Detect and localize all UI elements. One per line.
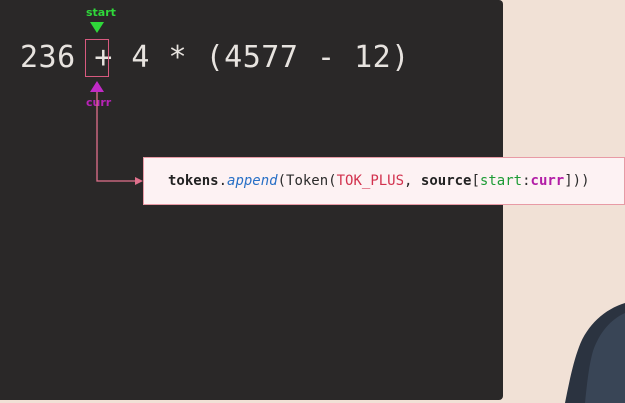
- connector-arrow: [96, 92, 143, 185]
- code-dot: .: [218, 173, 228, 189]
- code-bracket-open: [: [471, 173, 480, 189]
- code-append: append: [227, 173, 278, 189]
- code-snippet-box: tokens. append (Token(TOK_PLUS, source[sta…: [143, 157, 625, 205]
- code-source: source: [420, 173, 472, 189]
- code-start: start: [479, 173, 523, 189]
- code-comma: ,: [404, 173, 421, 189]
- code-open: (Token(: [277, 173, 337, 189]
- code-tokens: tokens: [168, 173, 219, 189]
- code-curr: curr: [530, 173, 565, 189]
- presenter-video-overlay: [565, 303, 625, 403]
- code-tok-plus: TOK_PLUS: [336, 173, 405, 189]
- code-colon: :: [522, 173, 531, 189]
- code-close: ])): [564, 173, 590, 189]
